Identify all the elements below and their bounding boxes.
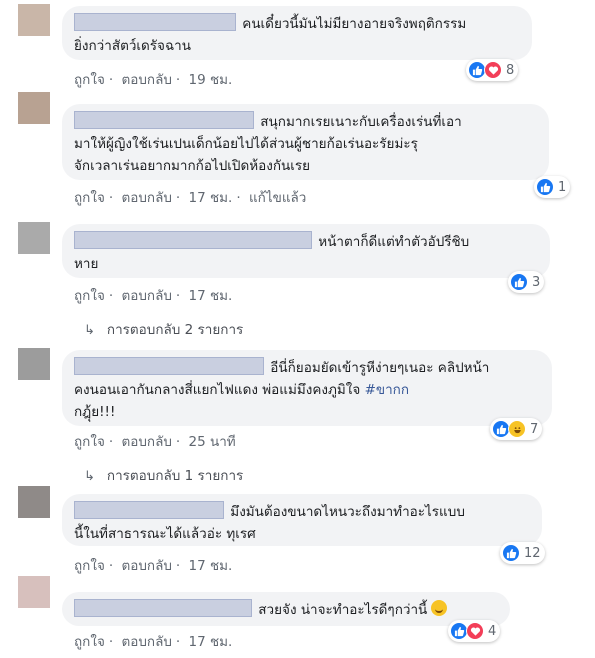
comment-bubble: สวยจัง น่าจะทำอะไรดีๆกว่านี้ — [62, 592, 510, 626]
love-icon — [484, 61, 502, 79]
comment-bubble: คนเดี๋ยวนี้มันไม่มียางอายจริงพฤติกรรม ยิ… — [62, 6, 532, 60]
reply-link[interactable]: ตอบกลับ — [121, 558, 171, 574]
reaction-count: 1 — [558, 179, 567, 195]
comment-actions: ถูกใจ · ตอบกลับ · 17 ชม. · แก้ไขแล้ว — [74, 190, 307, 206]
reaction-count: 3 — [532, 274, 541, 290]
like-link[interactable]: ถูกใจ — [74, 558, 105, 574]
comment-bubble: หน้าตาก็ดีแต่ทำตัวอัปรีชิบ หาย — [62, 224, 550, 278]
avatar[interactable] — [18, 222, 50, 254]
comment-text: หาย — [74, 256, 99, 272]
redacted-author-name[interactable] — [74, 111, 254, 129]
comment-timestamp[interactable]: 25 นาที — [189, 434, 236, 450]
comment-timestamp[interactable]: 17 ชม. — [189, 558, 233, 574]
like-link[interactable]: ถูกใจ — [74, 634, 105, 650]
redacted-author-name[interactable] — [74, 231, 312, 249]
view-replies-link[interactable]: ↳ การตอบกลับ 2 รายการ — [84, 318, 243, 340]
avatar[interactable] — [18, 348, 50, 380]
like-link[interactable]: ถูกใจ — [74, 190, 105, 206]
reaction-count: 7 — [530, 421, 539, 437]
like-icon — [510, 273, 528, 291]
reply-arrow-icon: ↳ — [84, 469, 95, 484]
reaction-count: 8 — [506, 62, 515, 78]
redacted-author-name[interactable] — [74, 13, 236, 31]
reply-link[interactable]: ตอบกลับ — [121, 634, 171, 650]
avatar[interactable] — [18, 92, 50, 124]
reaction-summary[interactable]: 3 — [508, 271, 545, 293]
edited-label[interactable]: แก้ไขแล้ว — [249, 190, 306, 206]
comment-text: ยิ่งกว่าสัตว์เดรัจฉาน — [74, 38, 191, 54]
avatar[interactable] — [18, 4, 50, 36]
avatar[interactable] — [18, 486, 50, 518]
reaction-summary[interactable]: 4 — [448, 620, 501, 642]
view-replies-link[interactable]: ↳ การตอบกลับ 1 รายการ — [84, 464, 243, 486]
comment-text: คงนอนเอากันกลางสี่แยกไฟแดง พ่อแม่มึงคงภู… — [74, 382, 361, 398]
reaction-count: 12 — [524, 545, 541, 561]
comment-text: อีนี่ก็ยอมยัดเข้ารูหีง่ายๆเนอะ คลิปหน้า — [270, 360, 490, 376]
comment-actions: ถูกใจ · ตอบกลับ · 19 ชม. — [74, 72, 233, 88]
redacted-author-name[interactable] — [74, 599, 252, 617]
like-icon — [502, 544, 520, 562]
comment-text: มึงมันต้องขนาดไหนวะถึงมาทำอะไรแบบ — [230, 504, 465, 520]
reply-link[interactable]: ตอบกลับ — [121, 190, 171, 206]
reaction-summary[interactable]: 8 — [466, 59, 519, 81]
comment-text: กฎุ้ย!!! — [74, 404, 116, 420]
comment-actions: ถูกใจ · ตอบกลับ · 17 ชม. — [74, 288, 233, 304]
comment-bubble: สนุกมากเรยเนาะกับเครื่องเร่นที่เอา มาให้… — [62, 104, 549, 180]
redacted-author-name[interactable] — [74, 501, 224, 519]
comment-actions: ถูกใจ · ตอบกลับ · 17 ชม. — [74, 634, 233, 650]
comment-actions: ถูกใจ · ตอบกลับ · 25 นาที — [74, 434, 236, 450]
reaction-summary[interactable]: 7 — [490, 418, 543, 440]
comment-text: สนุกมากเรยเนาะกับเครื่องเร่นที่เอา — [260, 114, 462, 130]
smiling-face-icon — [431, 600, 448, 616]
comment-timestamp[interactable]: 17 ชม. — [189, 288, 233, 304]
comment-bubble: อีนี่ก็ยอมยัดเข้ารูหีง่ายๆเนอะ คลิปหน้า … — [62, 350, 552, 426]
reply-link[interactable]: ตอบกลับ — [121, 434, 171, 450]
comment-bubble: มึงมันต้องขนาดไหนวะถึงมาทำอะไรแบบ นี้ในท… — [62, 494, 542, 546]
like-link[interactable]: ถูกใจ — [74, 434, 105, 450]
reaction-summary[interactable]: 1 — [534, 176, 571, 198]
love-icon — [466, 622, 484, 640]
reaction-summary[interactable]: 12 — [500, 542, 545, 564]
redacted-author-name[interactable] — [74, 357, 264, 375]
reply-link[interactable]: ตอบกลับ — [121, 72, 171, 88]
like-link[interactable]: ถูกใจ — [74, 72, 105, 88]
avatar[interactable] — [18, 576, 50, 608]
reply-arrow-icon: ↳ — [84, 323, 95, 338]
comment-text: สวยจัง น่าจะทำอะไรดีๆกว่านี้ — [258, 602, 428, 618]
reply-link[interactable]: ตอบกลับ — [121, 288, 171, 304]
comment-timestamp[interactable]: 17 ชม. — [189, 190, 233, 206]
comment-actions: ถูกใจ · ตอบกลับ · 17 ชม. — [74, 558, 233, 574]
like-link[interactable]: ถูกใจ — [74, 288, 105, 304]
comment-timestamp[interactable]: 17 ชม. — [189, 634, 233, 650]
comment-text: จักเวลาเร่นอยากมากก้อไปเปิดห้องกันเรย — [74, 158, 311, 174]
hashtag-link[interactable]: #ขากก — [365, 382, 409, 398]
comment-text: นี้ในที่สาธารณะได้แล้วอ่ะ ทุเรศ — [74, 526, 256, 542]
haha-icon — [508, 420, 526, 438]
comment-text: หน้าตาก็ดีแต่ทำตัวอัปรีชิบ — [318, 234, 470, 250]
reaction-count: 4 — [488, 623, 497, 639]
comment-text: คนเดี๋ยวนี้มันไม่มียางอายจริงพฤติกรรม — [242, 16, 467, 32]
like-icon — [536, 178, 554, 196]
comment-text: มาให้ผู้ญิงใช้เร่นเปนเด็กน้อยไปได้ส่วนผู… — [74, 136, 418, 152]
comment-timestamp[interactable]: 19 ชม. — [189, 72, 233, 88]
